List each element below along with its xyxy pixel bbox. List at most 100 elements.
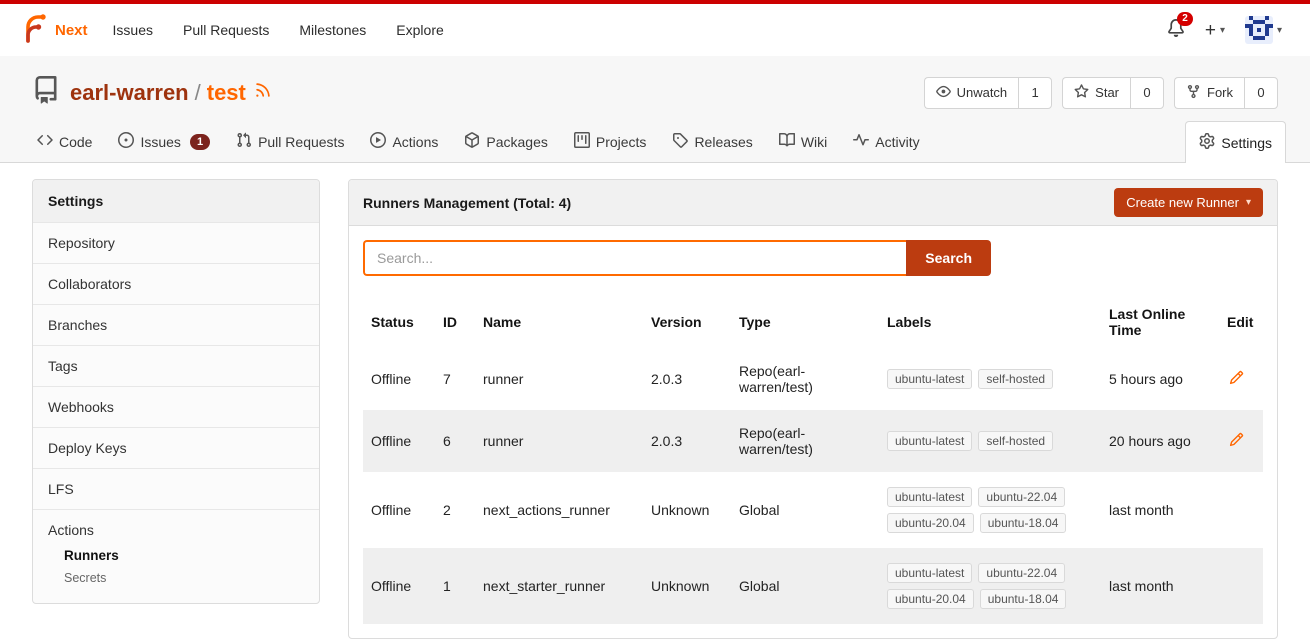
runner-label-badge: ubuntu-22.04 bbox=[978, 563, 1065, 583]
runner-status: Offline bbox=[363, 410, 435, 472]
tab-settings[interactable]: Settings bbox=[1185, 121, 1286, 163]
caret-down-icon: ▾ bbox=[1246, 197, 1251, 208]
page-title: Runners Management (Total: 4) bbox=[363, 195, 571, 211]
runner-name: next_actions_runner bbox=[475, 472, 643, 548]
runner-label-badge: ubuntu-18.04 bbox=[980, 513, 1067, 533]
edit-runner-button[interactable] bbox=[1227, 368, 1246, 390]
caret-down-icon: ▾ bbox=[1220, 25, 1225, 36]
sidebar-item-deploy-keys[interactable]: Deploy Keys bbox=[33, 427, 319, 468]
nav-item-pull-requests[interactable]: Pull Requests bbox=[168, 4, 284, 56]
star-label: Star bbox=[1095, 85, 1119, 100]
repo-icon bbox=[32, 76, 60, 109]
runner-search-form: Search bbox=[363, 240, 991, 276]
sidebar-subitem-runners[interactable]: Runners bbox=[64, 544, 319, 567]
table-row: Offline 2 next_actions_runner Unknown Gl… bbox=[363, 472, 1263, 548]
repo-header: earl-warren / test Unwatch 1 bbox=[0, 56, 1310, 163]
repo-action-buttons: Unwatch 1 Star 0 bbox=[924, 77, 1278, 109]
create-new-menu-button[interactable]: + ▾ bbox=[1205, 21, 1225, 40]
sidebar-item-branches[interactable]: Branches bbox=[33, 304, 319, 345]
watchers-count[interactable]: 1 bbox=[1018, 77, 1052, 109]
tab-label: Settings bbox=[1221, 135, 1272, 151]
package-icon bbox=[464, 132, 480, 151]
tab-packages[interactable]: Packages bbox=[451, 121, 560, 162]
runner-label-badge: ubuntu-latest bbox=[887, 369, 972, 389]
panel-header: Runners Management (Total: 4) Create new… bbox=[349, 180, 1277, 226]
runner-version: Unknown bbox=[643, 472, 731, 548]
runner-type: Global bbox=[731, 548, 879, 624]
column-status: Status bbox=[363, 296, 435, 348]
runner-labels: ubuntu-latest ubuntu-22.04 ubuntu-20.04 … bbox=[887, 487, 1093, 533]
home-link[interactable]: Next bbox=[14, 13, 98, 48]
fork-button[interactable]: Fork bbox=[1174, 77, 1244, 109]
sidebar-item-webhooks[interactable]: Webhooks bbox=[33, 386, 319, 427]
content-area: Settings Repository Collaborators Branch… bbox=[0, 163, 1310, 644]
tab-wiki[interactable]: Wiki bbox=[766, 121, 840, 162]
runner-name: next_starter_runner bbox=[475, 548, 643, 624]
project-board-icon bbox=[574, 132, 590, 151]
star-button[interactable]: Star bbox=[1062, 77, 1130, 109]
runner-label-badge: ubuntu-latest bbox=[887, 563, 972, 583]
star-icon bbox=[1074, 84, 1089, 102]
runner-label-badge: self-hosted bbox=[978, 369, 1053, 389]
tab-releases[interactable]: Releases bbox=[659, 121, 765, 162]
tab-code[interactable]: Code bbox=[24, 121, 105, 162]
plus-icon: + bbox=[1205, 21, 1216, 40]
repo-title-row: earl-warren / test Unwatch 1 bbox=[0, 56, 1310, 121]
tab-label: Wiki bbox=[801, 134, 827, 150]
search-button[interactable]: Search bbox=[906, 240, 991, 276]
nav-item-issues[interactable]: Issues bbox=[98, 4, 168, 56]
tab-label: Actions bbox=[392, 134, 438, 150]
sidebar-item-actions[interactable]: Actions bbox=[33, 510, 319, 544]
tab-activity[interactable]: Activity bbox=[840, 121, 932, 162]
settings-sidebar: Settings Repository Collaborators Branch… bbox=[32, 179, 320, 604]
runner-id: 6 bbox=[435, 410, 475, 472]
runner-label-badge: ubuntu-20.04 bbox=[887, 513, 974, 533]
tab-label: Packages bbox=[486, 134, 547, 150]
tab-actions[interactable]: Actions bbox=[357, 121, 451, 162]
runners-table: Status ID Name Version Type Labels Last … bbox=[363, 296, 1263, 624]
runner-id: 2 bbox=[435, 472, 475, 548]
notifications-button[interactable]: 2 bbox=[1167, 19, 1185, 42]
sidebar-item-repository[interactable]: Repository bbox=[33, 222, 319, 263]
runner-label-badge: ubuntu-18.04 bbox=[980, 589, 1067, 609]
column-id: ID bbox=[435, 296, 475, 348]
sidebar-item-tags[interactable]: Tags bbox=[33, 345, 319, 386]
runner-last-online: last month bbox=[1101, 548, 1219, 624]
runner-type: Repo(earl-warren/test) bbox=[731, 410, 879, 472]
nav-item-milestones[interactable]: Milestones bbox=[284, 4, 381, 56]
runner-status: Offline bbox=[363, 472, 435, 548]
gear-icon bbox=[1199, 133, 1215, 152]
table-row: Offline 1 next_starter_runner Unknown Gl… bbox=[363, 548, 1263, 624]
runner-label-badge: ubuntu-22.04 bbox=[978, 487, 1065, 507]
unwatch-label: Unwatch bbox=[957, 85, 1008, 100]
rss-feed-icon[interactable] bbox=[254, 81, 272, 104]
repo-owner-link[interactable]: earl-warren bbox=[70, 80, 189, 106]
sidebar-item-lfs[interactable]: LFS bbox=[33, 468, 319, 509]
runner-label-badge: ubuntu-latest bbox=[887, 487, 972, 507]
user-menu-button[interactable]: ▾ bbox=[1245, 16, 1282, 44]
runner-last-online: last month bbox=[1101, 472, 1219, 548]
sidebar-item-collaborators[interactable]: Collaborators bbox=[33, 263, 319, 304]
stars-count[interactable]: 0 bbox=[1130, 77, 1164, 109]
breadcrumb-separator: / bbox=[195, 80, 201, 106]
tab-projects[interactable]: Projects bbox=[561, 121, 660, 162]
runner-labels: ubuntu-latest ubuntu-22.04 ubuntu-20.04 … bbox=[887, 563, 1093, 609]
notification-count-badge: 2 bbox=[1177, 12, 1193, 26]
tab-label: Projects bbox=[596, 134, 647, 150]
avatar bbox=[1245, 16, 1273, 44]
runner-label-badge: ubuntu-latest bbox=[887, 431, 972, 451]
unwatch-button[interactable]: Unwatch bbox=[924, 77, 1019, 109]
sidebar-subitem-secrets[interactable]: Secrets bbox=[64, 567, 319, 589]
column-labels: Labels bbox=[879, 296, 1101, 348]
tab-issues[interactable]: Issues 1 bbox=[105, 121, 223, 162]
create-runner-label: Create new Runner bbox=[1126, 195, 1239, 210]
table-row: Offline 7 runner 2.0.3 Repo(earl-warren/… bbox=[363, 348, 1263, 410]
create-runner-button[interactable]: Create new Runner ▾ bbox=[1114, 188, 1263, 217]
search-input[interactable] bbox=[363, 240, 906, 276]
repo-name-link[interactable]: test bbox=[207, 80, 246, 106]
forks-count[interactable]: 0 bbox=[1244, 77, 1278, 109]
tab-pull-requests[interactable]: Pull Requests bbox=[223, 121, 357, 162]
nav-item-explore[interactable]: Explore bbox=[381, 4, 458, 56]
column-type: Type bbox=[731, 296, 879, 348]
edit-runner-button[interactable] bbox=[1227, 430, 1246, 452]
